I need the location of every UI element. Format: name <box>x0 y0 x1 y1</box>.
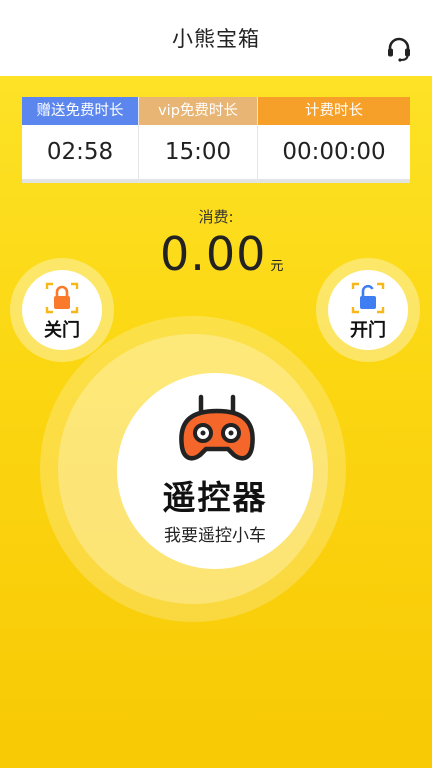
timer-label: 计费时长 <box>258 97 410 125</box>
lock-closed-icon <box>45 282 79 314</box>
close-door-label: 关门 <box>44 320 80 341</box>
timer-value: 00:00:00 <box>282 139 386 165</box>
remote-title: 遥控器 <box>162 478 268 517</box>
timer-underline <box>139 179 257 183</box>
timer-label: 赠送免费时长 <box>22 97 138 125</box>
close-door-button[interactable]: 关门 <box>10 258 114 362</box>
remote-subtitle: 我要遥控小车 <box>164 526 266 546</box>
open-door-button[interactable]: 开门 <box>316 258 420 362</box>
main-panel: 赠送免费时长 02:58 vip免费时长 15:00 计费时长 00:00:00… <box>0 76 432 768</box>
timer-table: 赠送免费时长 02:58 vip免费时长 15:00 计费时长 00:00:00 <box>22 97 410 183</box>
open-door-circle[interactable]: 开门 <box>328 270 408 350</box>
headset-icon[interactable] <box>386 36 412 62</box>
fee-amount: 0.00 <box>160 227 267 281</box>
timer-underline <box>22 179 138 183</box>
fee-unit: 元 <box>270 259 284 274</box>
fee-display: 0.00 元 <box>160 228 283 280</box>
close-door-circle[interactable]: 关门 <box>22 270 102 350</box>
timer-value: 02:58 <box>46 139 114 165</box>
top-bar: 小熊宝箱 <box>0 0 432 76</box>
timer-label: vip免费时长 <box>139 97 257 125</box>
open-door-label: 开门 <box>350 320 386 341</box>
timer-gift-free: 赠送免费时长 02:58 <box>22 97 139 183</box>
fee-label: 消费: <box>198 208 234 226</box>
timer-billing: 计费时长 00:00:00 <box>258 97 410 183</box>
timer-underline <box>258 179 410 183</box>
remote-control-button[interactable]: 遥控器 我要遥控小车 <box>117 373 313 569</box>
page-title: 小熊宝箱 <box>172 27 260 51</box>
timer-vip-free: vip免费时长 15:00 <box>139 97 258 183</box>
timer-value: 15:00 <box>164 139 232 165</box>
remote-controller-icon <box>179 394 255 461</box>
lock-open-icon <box>351 282 385 314</box>
